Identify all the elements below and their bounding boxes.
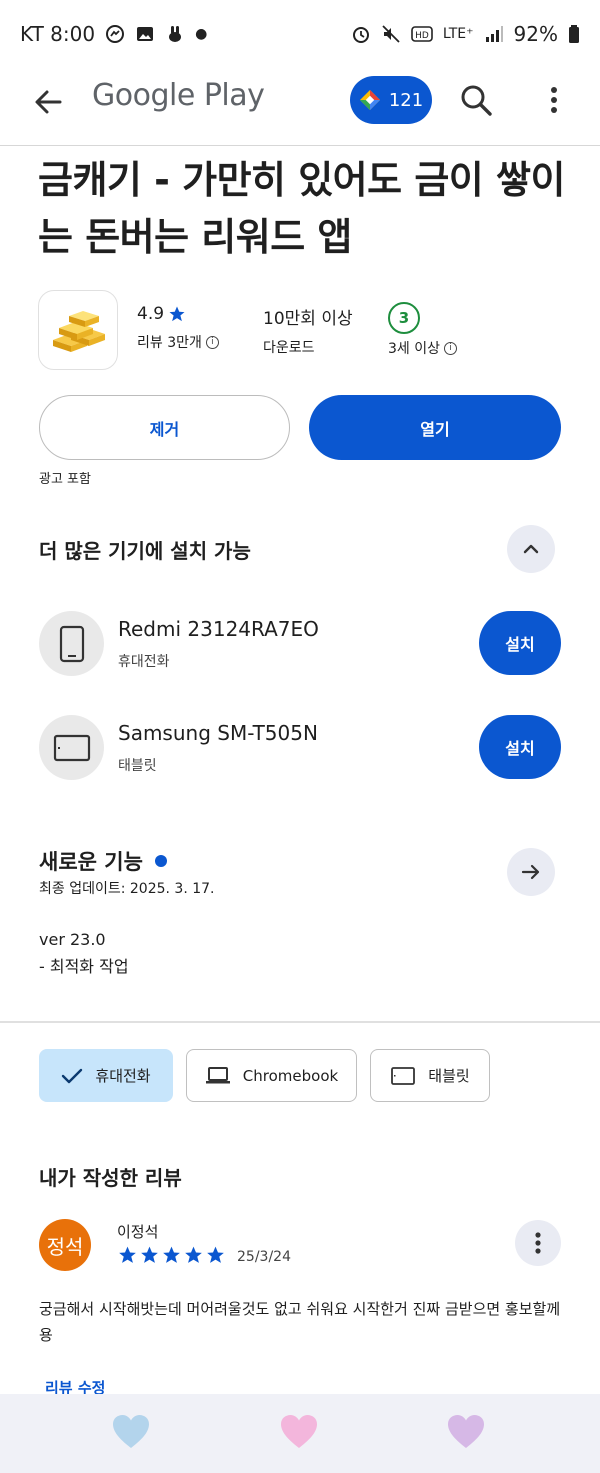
collapse-devices-button[interactable]	[507, 525, 555, 573]
network-type: LTE⁺	[442, 26, 474, 42]
open-button[interactable]: 열기	[309, 395, 561, 460]
google-play-logo: Google Play	[92, 78, 265, 113]
review-stars	[117, 1245, 226, 1265]
chip-label: Chromebook	[242, 1066, 339, 1085]
version-text: ver 23.0	[39, 930, 106, 949]
chip-label: 휴대전화	[95, 1067, 151, 1085]
gold-bars-icon	[53, 311, 105, 352]
chip-chromebook[interactable]: Chromebook	[186, 1049, 357, 1102]
tablet-icon	[391, 1066, 416, 1085]
chip-tablet[interactable]: 태블릿	[370, 1049, 490, 1102]
star-icon	[207, 1246, 224, 1263]
chip-phone[interactable]: 휴대전화	[39, 1049, 173, 1102]
more-vert-icon[interactable]	[540, 80, 568, 120]
chip-label: 태블릿	[428, 1067, 470, 1085]
device-type: 휴대전화	[118, 654, 170, 670]
laptop-icon	[205, 1066, 230, 1083]
more-devices-title: 더 많은 기기에 설치 가능	[39, 539, 251, 563]
rating-stat[interactable]: 4.9 리뷰 3만개 i	[137, 304, 219, 352]
release-notes: ver 23.0 - 최적화 작업	[39, 926, 129, 980]
device-row-phone: Redmi 23124RA7EO 휴대전화 설치	[39, 611, 561, 677]
phone-icon	[59, 625, 84, 662]
review-author: 이정석	[117, 1223, 159, 1241]
gallery-icon	[137, 27, 154, 41]
device-row-tablet: Samsung SM-T505N 태블릿 설치	[39, 715, 561, 781]
tablet-icon	[53, 734, 90, 761]
release-note-line: - 최적화 작업	[39, 957, 129, 976]
heart-purple-icon[interactable]	[447, 1414, 485, 1450]
carrier-time: KT 8:00	[20, 22, 96, 46]
play-points-icon	[359, 90, 380, 110]
play-points-count: 121	[388, 89, 424, 111]
star-icon	[163, 1246, 180, 1263]
avatar: 정석	[39, 1219, 91, 1271]
device-type: 태블릿	[118, 758, 157, 774]
signal-icon	[485, 26, 503, 42]
age-badge: 3	[388, 302, 420, 334]
arrow-right-icon	[521, 864, 540, 880]
heart-blue-icon[interactable]	[112, 1414, 150, 1450]
downloads-value: 10만회 이상	[263, 309, 353, 329]
install-button[interactable]: 설치	[479, 715, 561, 779]
age-rating-stat[interactable]: 3세 이상 i	[388, 338, 457, 358]
heart-pink-icon[interactable]	[280, 1414, 318, 1450]
age-label: 3세 이상	[388, 341, 440, 357]
rating-value: 4.9	[137, 304, 165, 324]
system-nav-bar	[0, 1394, 600, 1473]
battery-icon	[569, 25, 579, 43]
status-bar: KT 8:00 ● HD LTE⁺ 92%	[0, 0, 600, 68]
uninstall-button[interactable]: 제거	[39, 395, 290, 460]
mute-icon	[382, 25, 400, 43]
downloads-label: 다운로드	[263, 340, 315, 356]
rabbit-icon	[169, 26, 182, 42]
battery-percent: 92%	[513, 22, 558, 46]
alarm-icon	[352, 27, 369, 43]
section-divider	[0, 1021, 600, 1023]
search-icon[interactable]	[456, 80, 496, 120]
play-points-button[interactable]: 121	[350, 76, 432, 124]
my-review-title: 내가 작성한 리뷰	[39, 1166, 182, 1190]
review-more-button[interactable]	[515, 1220, 561, 1266]
chevron-up-icon	[523, 544, 539, 554]
review-date: 25/3/24	[237, 1249, 291, 1265]
info-icon: i	[205, 335, 219, 349]
app-icon	[38, 290, 118, 370]
svg-text:HD: HD	[415, 31, 429, 41]
rating-label: 리뷰 3만개	[137, 335, 202, 351]
star-icon	[141, 1246, 158, 1263]
whats-new-title: 새로운 기능	[39, 846, 167, 876]
star-icon	[185, 1246, 202, 1263]
whats-new-arrow-button[interactable]	[507, 848, 555, 896]
device-name: Redmi 23124RA7EO	[118, 617, 319, 641]
check-icon	[62, 1068, 83, 1083]
new-indicator-dot	[154, 855, 167, 867]
hd-icon: HD	[411, 26, 433, 42]
messenger-icon	[106, 25, 125, 43]
last-updated: 최종 업데이트: 2025. 3. 17.	[39, 881, 215, 897]
info-icon: i	[444, 341, 457, 355]
install-button[interactable]: 설치	[479, 611, 561, 675]
star-icon	[119, 1246, 136, 1263]
back-arrow-icon[interactable]	[28, 82, 68, 122]
app-title: 금캐기 - 가만히 있어도 금이 쌓이는 돈버는 리워드 앱	[38, 158, 565, 259]
more-vert-icon	[535, 1232, 541, 1254]
star-icon	[169, 306, 185, 322]
downloads-stat: 10만회 이상 다운로드	[263, 304, 353, 357]
notification-dot-icon: ●	[195, 26, 208, 42]
device-name: Samsung SM-T505N	[118, 721, 318, 745]
app-bar: Google Play 121	[0, 68, 600, 146]
contains-ads-label: 광고 포함	[39, 472, 91, 487]
review-text: 궁금해서 시작해밧는데 머어려울것도 없고 쉬워요 시작한거 진짜 금받으면 홍…	[39, 1300, 561, 1344]
